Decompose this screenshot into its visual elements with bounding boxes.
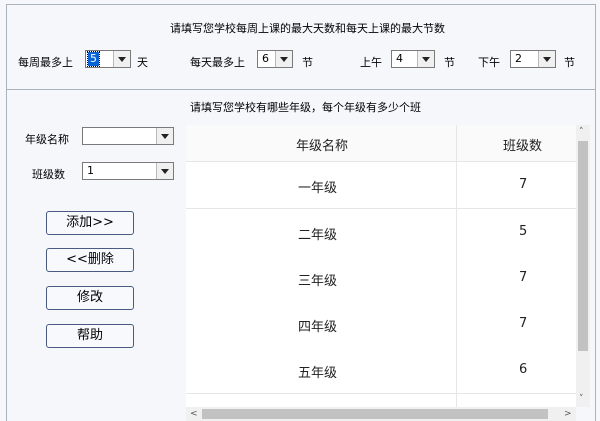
schedule-title: 请填写您学校每周上课的最大天数和每天上课的最大节数 bbox=[170, 22, 445, 35]
pm-label: 下午 bbox=[478, 56, 500, 69]
class-count-label: 班级数 bbox=[32, 168, 65, 181]
add-button[interactable]: 添加>> bbox=[46, 211, 134, 235]
table-row[interactable]: 二年级 5 bbox=[186, 209, 578, 256]
chevron-down-icon[interactable] bbox=[156, 128, 173, 144]
vertical-scroll-thumb[interactable] bbox=[578, 141, 588, 351]
help-button[interactable]: 帮助 bbox=[46, 324, 134, 348]
section-divider bbox=[6, 89, 596, 90]
scroll-right-icon[interactable]: > bbox=[564, 408, 572, 420]
pm-periods-value: 2 bbox=[515, 52, 522, 65]
horizontal-scroll-thumb[interactable] bbox=[202, 409, 548, 419]
day-periods-value: 6 bbox=[262, 52, 269, 65]
scroll-left-icon[interactable]: < bbox=[190, 408, 198, 420]
grade-cell: 五年级 bbox=[298, 366, 338, 381]
table-header: 年级名称 班级数 bbox=[186, 125, 578, 162]
am-unit: 节 bbox=[444, 56, 455, 69]
column-header-grade[interactable]: 年级名称 bbox=[296, 135, 348, 154]
week-label: 每周最多上 bbox=[18, 56, 73, 69]
week-days-value: 5 bbox=[87, 51, 100, 67]
am-periods-value: 4 bbox=[396, 52, 403, 65]
am-periods-select[interactable]: 4 bbox=[391, 50, 435, 68]
chevron-down-icon[interactable] bbox=[156, 163, 173, 179]
classes-cell: 7 bbox=[519, 316, 528, 331]
day-periods-select[interactable]: 6 bbox=[257, 50, 293, 68]
classes-cell: 5 bbox=[519, 224, 528, 239]
week-days-select[interactable]: 5 bbox=[85, 50, 131, 68]
grades-title: 请填写您学校有哪些年级，每个年级有多少个班 bbox=[190, 101, 421, 114]
grade-cell: 二年级 bbox=[298, 228, 338, 243]
pm-periods-select[interactable]: 2 bbox=[510, 50, 556, 68]
day-label: 每天最多上 bbox=[190, 56, 245, 69]
table-row[interactable]: 三年级 7 bbox=[186, 255, 578, 302]
table-row[interactable]: 四年级 7 bbox=[186, 301, 578, 348]
delete-button[interactable]: <<删除 bbox=[46, 248, 134, 272]
class-count-select[interactable]: 1 bbox=[82, 162, 174, 180]
scroll-down-icon[interactable]: ˅ bbox=[579, 393, 584, 405]
grade-cell: 三年级 bbox=[298, 274, 338, 289]
chevron-down-icon[interactable] bbox=[538, 51, 555, 67]
pm-unit: 节 bbox=[564, 56, 575, 69]
am-label: 上午 bbox=[360, 56, 382, 69]
grade-name-label: 年级名称 bbox=[25, 133, 69, 146]
vertical-scrollbar[interactable]: ˄ ˅ bbox=[576, 125, 590, 407]
chevron-down-icon[interactable] bbox=[275, 51, 292, 67]
classes-cell: 6 bbox=[519, 362, 528, 377]
grade-name-select[interactable] bbox=[82, 127, 174, 145]
class-count-value: 1 bbox=[87, 164, 94, 177]
column-header-classes[interactable]: 班级数 bbox=[503, 135, 542, 154]
grade-cell: 四年级 bbox=[298, 320, 338, 335]
table-row[interactable]: 一年级 7 bbox=[186, 162, 578, 209]
grade-name-value bbox=[85, 129, 89, 143]
chevron-down-icon[interactable] bbox=[417, 51, 434, 67]
grade-table[interactable]: 年级名称 班级数 一年级 7 二年级 5 三年级 7 四年级 7 五年级 6 bbox=[186, 125, 590, 407]
scroll-up-icon[interactable]: ˄ bbox=[579, 126, 584, 138]
chevron-down-icon[interactable] bbox=[113, 51, 130, 67]
day-unit: 节 bbox=[302, 56, 313, 69]
grade-cell: 一年级 bbox=[298, 181, 338, 196]
classes-cell: 7 bbox=[519, 177, 528, 192]
column-divider bbox=[456, 125, 457, 407]
week-unit: 天 bbox=[137, 56, 148, 69]
classes-cell: 7 bbox=[519, 270, 528, 285]
modify-button[interactable]: 修改 bbox=[46, 286, 134, 310]
table-row[interactable]: 五年级 6 bbox=[186, 347, 578, 394]
horizontal-scrollbar[interactable]: < > bbox=[186, 407, 576, 421]
